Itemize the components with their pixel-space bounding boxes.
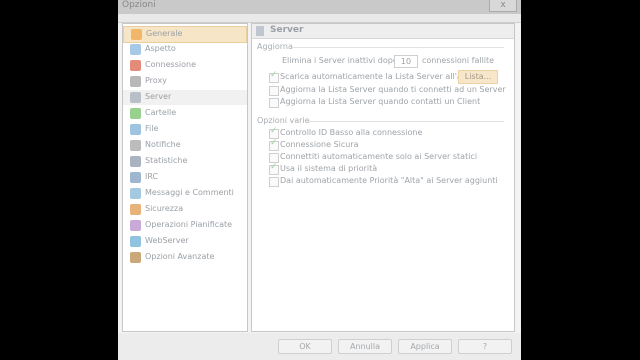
sidebar-item-label: Statistiche: [145, 156, 188, 165]
list-button[interactable]: Lista...: [458, 70, 498, 84]
options-dialog: Opzioni x Generale Aspetto Connessione Prox…: [118, 0, 521, 360]
sidebar-item-operazioni-pianificate[interactable]: Operazioni Pianificate: [123, 218, 247, 233]
sidebar-item-label: Server: [145, 92, 172, 101]
sidebar-item-label: Aspetto: [145, 44, 176, 53]
server-icon: [256, 26, 264, 36]
update-on-client-checkbox[interactable]: [269, 98, 279, 108]
update-on-connect-label: Aggiorna la Lista Server quando ti conne…: [280, 85, 506, 94]
sidebar-item-label: IRC: [145, 172, 159, 181]
server-panel: Server Aggiorna Elimina i Server inattiv…: [251, 23, 515, 332]
priority-system-checkbox[interactable]: [269, 162, 279, 175]
secure-connection-label: Connessione Sicura: [280, 140, 359, 149]
group-opzioni-label: Opzioni varie: [257, 116, 310, 125]
brush-icon: [130, 44, 141, 55]
auto-download-label: Scarica automaticamente la Lista Server …: [280, 72, 479, 81]
clock-icon: [130, 220, 141, 231]
sidebar-item-messaggi-e-commenti[interactable]: Messaggi e Commenti: [123, 186, 247, 201]
video-frame: Opzioni x Generale Aspetto Connessione Prox…: [0, 0, 640, 360]
proxy-icon: [130, 76, 141, 87]
low-id-label: Controllo ID Basso alla connessione: [280, 128, 423, 137]
remove-inactive-input[interactable]: 10: [394, 55, 418, 68]
server-icon: [130, 92, 141, 103]
group-aggiorna-label: Aggiorna: [257, 42, 293, 51]
window-title: Opzioni: [122, 0, 156, 10]
sidebar-item-generale[interactable]: Generale: [123, 26, 247, 43]
sidebar-item-file[interactable]: File: [123, 122, 247, 137]
remove-inactive-label: Elimina i Server inattivi dopo: [282, 56, 398, 65]
globe-icon: [130, 236, 141, 247]
apply-button[interactable]: Applica: [398, 339, 452, 354]
gear-icon: [131, 29, 142, 40]
title-bar: Opzioni x: [118, 0, 521, 15]
sidebar-item-label: WebServer: [145, 236, 189, 245]
panel-header: Server: [252, 24, 514, 39]
sidebar-item-sicurezza[interactable]: Sicurezza: [123, 202, 247, 217]
sidebar-item-proxy[interactable]: Proxy: [123, 74, 247, 89]
sidebar-item-server[interactable]: Server: [123, 90, 247, 105]
sidebar-item-label: Sicurezza: [145, 204, 184, 213]
sidebar-item-irc[interactable]: IRC: [123, 170, 247, 185]
sidebar-item-opzioni-avanzate[interactable]: Opzioni Avanzate: [123, 250, 247, 265]
sidebar-item-statistiche[interactable]: Statistiche: [123, 154, 247, 169]
update-on-client-label: Aggiorna la Lista Server quando contatti…: [280, 97, 481, 106]
sidebar-item-aspetto[interactable]: Aspetto: [123, 42, 247, 57]
irc-icon: [130, 172, 141, 183]
help-button[interactable]: ?: [458, 339, 512, 354]
dialog-button-bar: OK Annulla Applica ?: [118, 333, 521, 360]
sidebar-item-label: Connessione: [145, 60, 196, 69]
sidebar-item-connessione[interactable]: Connessione: [123, 58, 247, 73]
sidebar-item-notifiche[interactable]: Notifiche: [123, 138, 247, 153]
options-sidebar: Generale Aspetto Connessione Proxy Server Car…: [122, 23, 248, 332]
sidebar-item-cartelle[interactable]: Cartelle: [123, 106, 247, 121]
high-priority-label: Dai automaticamente Priorità "Alta" ai S…: [280, 176, 498, 185]
panel-title: Server: [270, 25, 304, 35]
secure-connection-checkbox[interactable]: [269, 138, 279, 151]
sidebar-item-label: Opzioni Avanzate: [145, 252, 215, 261]
chat-icon: [130, 188, 141, 199]
sidebar-item-label: Notifiche: [145, 140, 181, 149]
ok-button[interactable]: OK: [278, 339, 332, 354]
sidebar-item-label: Generale: [146, 29, 183, 38]
advanced-icon: [130, 252, 141, 263]
top-band: [118, 14, 521, 23]
sidebar-item-label: Operazioni Pianificate: [145, 220, 233, 229]
sidebar-item-label: Proxy: [145, 76, 167, 85]
priority-system-label: Usa il sistema di priorità: [280, 164, 378, 173]
group-opzioni-line: [308, 121, 504, 122]
update-on-connect-checkbox[interactable]: [269, 86, 279, 96]
high-priority-checkbox[interactable]: [269, 177, 279, 187]
remove-inactive-suffix: connessioni fallite: [422, 56, 495, 65]
close-button[interactable]: x: [489, 0, 517, 12]
group-aggiorna-line: [292, 47, 504, 48]
sidebar-item-webserver[interactable]: WebServer: [123, 234, 247, 249]
connection-icon: [130, 60, 141, 71]
auto-download-checkbox[interactable]: [269, 70, 279, 83]
cancel-button[interactable]: Annulla: [338, 339, 392, 354]
file-icon: [130, 124, 141, 135]
sidebar-item-label: Cartelle: [145, 108, 177, 117]
folder-icon: [130, 108, 141, 119]
shield-icon: [130, 204, 141, 215]
bell-icon: [130, 140, 141, 151]
static-servers-label: Connettiti automaticamente solo ai Serve…: [280, 152, 478, 161]
sidebar-item-label: Messaggi e Commenti: [145, 188, 234, 197]
stats-icon: [130, 156, 141, 167]
sidebar-item-label: File: [145, 124, 159, 133]
